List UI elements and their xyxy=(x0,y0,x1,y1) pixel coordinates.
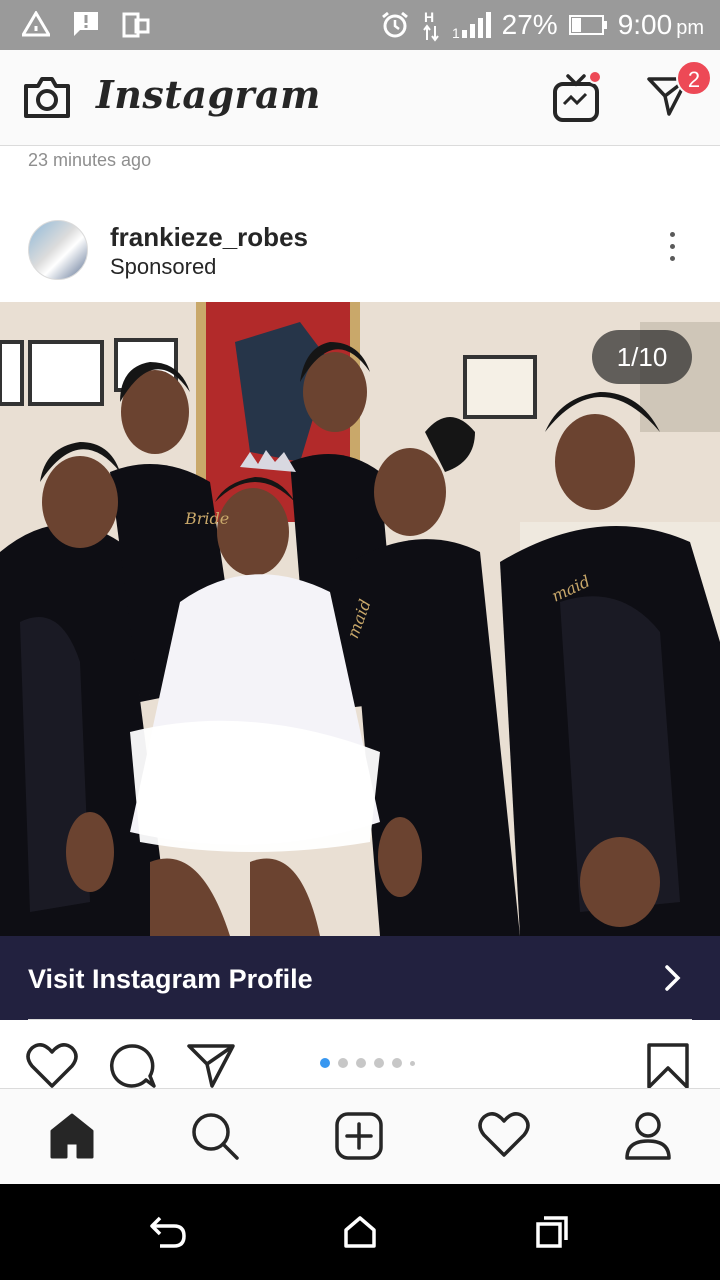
carousel-dot xyxy=(356,1058,366,1068)
signal-icon: 1 xyxy=(452,12,491,40)
app-logo: Instagram xyxy=(96,72,321,117)
post-header: frankieze_robes Sponsored xyxy=(0,202,720,300)
save-icon[interactable] xyxy=(646,1042,690,1088)
carousel-dot-active xyxy=(320,1058,330,1068)
more-dot xyxy=(669,232,675,237)
activity-icon[interactable] xyxy=(478,1111,530,1159)
carousel-counter: 1/10 xyxy=(592,330,692,384)
like-icon[interactable] xyxy=(26,1042,78,1088)
carousel-dot xyxy=(392,1058,402,1068)
battery-icon xyxy=(568,15,607,35)
post-timestamp: 23 minutes ago xyxy=(28,150,152,170)
igtv-notification-dot xyxy=(588,70,602,84)
profile-icon[interactable] xyxy=(624,1111,672,1161)
post-image[interactable]: Bride maid maid 1/10 xyxy=(0,302,720,936)
carousel-dot xyxy=(338,1058,348,1068)
avatar[interactable] xyxy=(28,220,88,280)
clock: 9:00 pm xyxy=(617,9,704,40)
carousel-dots xyxy=(320,1058,415,1068)
direct-badge: 2 xyxy=(676,60,712,96)
carousel-dot xyxy=(410,1060,415,1066)
username[interactable]: frankieze_robes xyxy=(110,222,308,253)
new-post-icon[interactable] xyxy=(334,1111,384,1161)
camera-icon xyxy=(24,77,70,118)
more-dot xyxy=(669,244,675,249)
status-bar: H 1 27% 9:00 pm xyxy=(0,0,720,50)
home-icon[interactable] xyxy=(342,1214,378,1250)
sponsored-label: Sponsored xyxy=(110,254,217,279)
more-options-button[interactable] xyxy=(660,232,684,272)
bottom-tab-bar xyxy=(0,1088,720,1184)
carousel-dot xyxy=(374,1058,384,1068)
svg-text:H: H xyxy=(424,9,434,25)
svg-text:Bride: Bride xyxy=(184,509,229,528)
share-icon[interactable] xyxy=(186,1042,236,1088)
screen-icon xyxy=(122,12,150,38)
visit-profile-button[interactable]: Visit Instagram Profile xyxy=(0,936,720,1020)
battery-percent: 27% xyxy=(501,9,558,40)
home-icon[interactable] xyxy=(48,1111,96,1161)
h-network-icon: H xyxy=(422,9,439,42)
system-nav-bar xyxy=(0,1184,720,1280)
chevron-right-icon xyxy=(665,965,681,991)
photo-illustration: Bride maid maid xyxy=(0,302,720,936)
alert-triangle-icon xyxy=(22,11,50,37)
camera-button[interactable] xyxy=(22,74,72,125)
back-icon[interactable] xyxy=(148,1214,188,1250)
alarm-icon xyxy=(381,11,408,38)
app-header: Instagram 2 xyxy=(0,50,720,146)
svg-text:1: 1 xyxy=(452,25,460,40)
post-actions xyxy=(0,1022,720,1088)
more-dot xyxy=(669,256,675,261)
comment-icon[interactable] xyxy=(108,1042,156,1088)
cta-label: Visit Instagram Profile xyxy=(28,964,313,994)
search-icon[interactable] xyxy=(190,1111,240,1161)
message-alert-icon xyxy=(74,12,98,36)
recents-icon[interactable] xyxy=(534,1214,570,1250)
divider xyxy=(28,1019,692,1020)
